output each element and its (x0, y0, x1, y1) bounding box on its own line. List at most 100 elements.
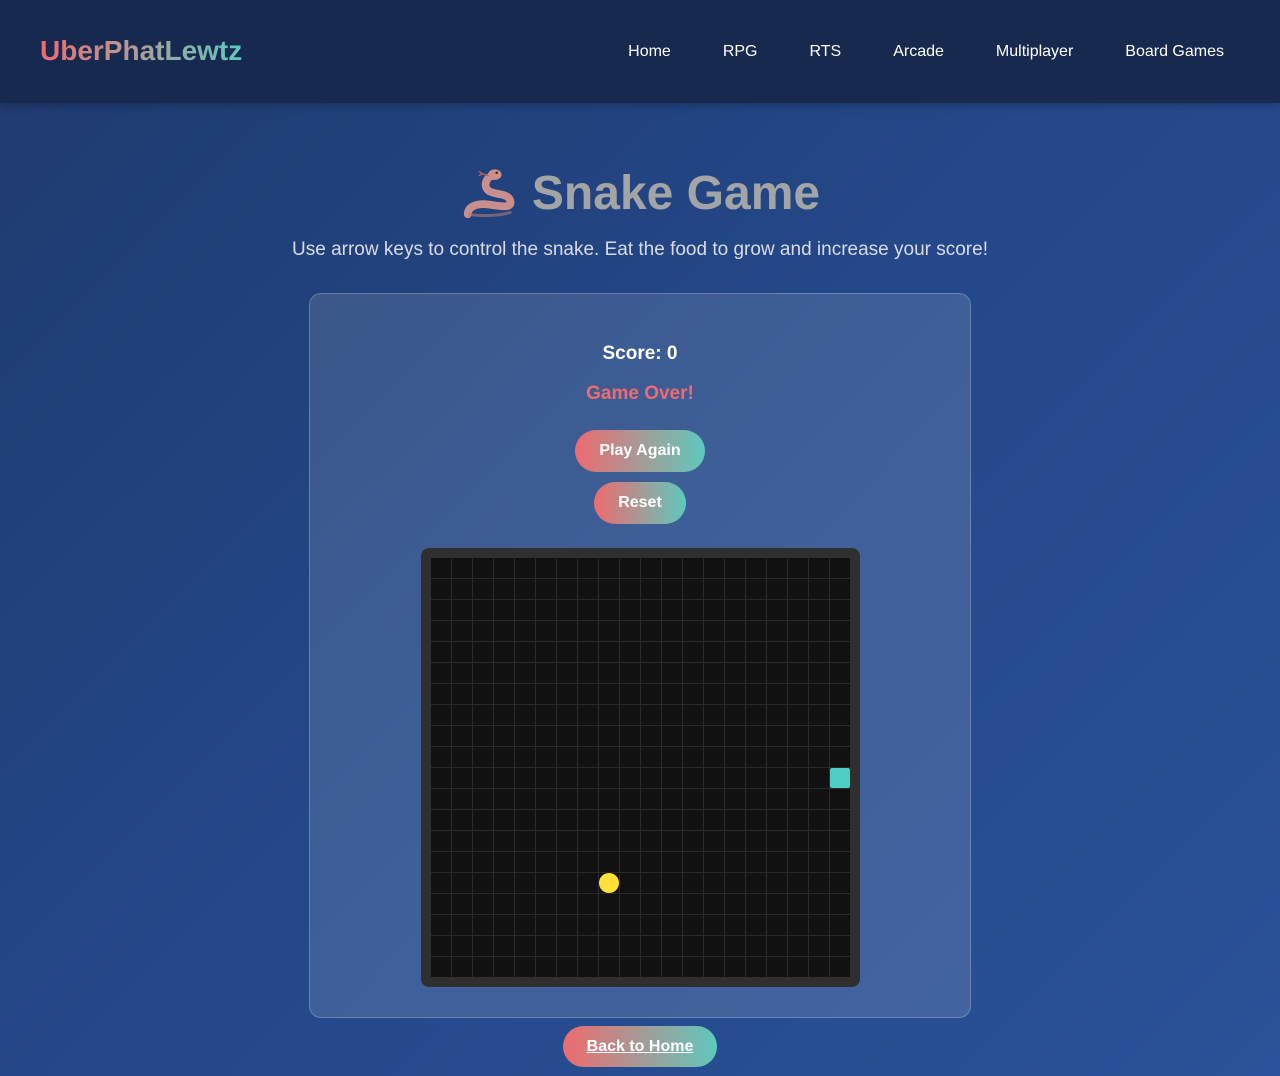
reset-button[interactable]: Reset (594, 482, 686, 524)
nav-multiplayer[interactable]: Multiplayer (970, 35, 1099, 69)
board-cell (683, 831, 703, 851)
board-cell (683, 873, 703, 893)
back-to-home-button[interactable]: Back to Home (563, 1026, 717, 1067)
board-cell (515, 663, 535, 683)
board-cell (683, 705, 703, 725)
board-cell (809, 894, 829, 914)
board-cell (641, 768, 661, 788)
board-cell (746, 621, 766, 641)
board-cell (809, 600, 829, 620)
board-cell (641, 852, 661, 872)
board-cell (536, 894, 556, 914)
page-title: Snake Game (460, 165, 820, 221)
board-cell (452, 789, 472, 809)
board-cell (683, 726, 703, 746)
board-cell (746, 768, 766, 788)
board-cell (473, 558, 493, 578)
board-cell (557, 663, 577, 683)
board-cell (557, 936, 577, 956)
board-cell (809, 810, 829, 830)
board-cell (809, 705, 829, 725)
board-cell (767, 810, 787, 830)
board-cell (767, 789, 787, 809)
board-cell (473, 852, 493, 872)
board-cell (662, 831, 682, 851)
board-cell (725, 621, 745, 641)
board-cell (746, 873, 766, 893)
board-cell (662, 852, 682, 872)
site-logo[interactable]: UberPhatLewtz (40, 35, 242, 67)
board-cell (536, 789, 556, 809)
board-cell (641, 558, 661, 578)
board-cell (683, 894, 703, 914)
board-cell (431, 621, 451, 641)
board-cell (662, 747, 682, 767)
board-cell (431, 747, 451, 767)
board-cell (536, 600, 556, 620)
board-cell (662, 558, 682, 578)
play-again-button[interactable]: Play Again (575, 430, 705, 472)
board-cell (704, 915, 724, 935)
board-cell (662, 768, 682, 788)
board-cell (473, 726, 493, 746)
board-cell (746, 915, 766, 935)
board-cell (704, 852, 724, 872)
nav-rpg[interactable]: RPG (697, 35, 784, 69)
board-cell (599, 663, 619, 683)
nav-board-games[interactable]: Board Games (1099, 35, 1224, 69)
board-cell (494, 915, 514, 935)
board-cell (599, 621, 619, 641)
nav-rts[interactable]: RTS (784, 35, 868, 69)
board-cell (557, 894, 577, 914)
board-cell (662, 936, 682, 956)
board-cell (788, 747, 808, 767)
board-cell (788, 726, 808, 746)
game-status: Game Over! (586, 383, 694, 404)
board-cell (767, 726, 787, 746)
board-cell (536, 726, 556, 746)
board-cell (494, 684, 514, 704)
board-cell (431, 684, 451, 704)
board-cell (725, 810, 745, 830)
board-cell (536, 642, 556, 662)
board-cell (683, 684, 703, 704)
nav-home[interactable]: Home (602, 35, 697, 69)
board-cell (431, 663, 451, 683)
board-cell (473, 957, 493, 977)
board-cell (746, 684, 766, 704)
board-cell (473, 579, 493, 599)
board-cell (620, 579, 640, 599)
board-cell (620, 705, 640, 725)
board-cell (578, 558, 598, 578)
board-cell (494, 579, 514, 599)
board-cell (662, 579, 682, 599)
board-cell (683, 852, 703, 872)
board-cell (431, 600, 451, 620)
board-cell (473, 663, 493, 683)
board-cell (641, 600, 661, 620)
board-cell (494, 768, 514, 788)
board-cell (683, 558, 703, 578)
board-cell (431, 705, 451, 725)
board-cell (452, 936, 472, 956)
board-cell (704, 768, 724, 788)
board-cell (452, 894, 472, 914)
game-board[interactable] (431, 558, 850, 977)
board-cell (515, 915, 535, 935)
board-cell (557, 831, 577, 851)
board-cell (578, 915, 598, 935)
board-cell (704, 663, 724, 683)
board-cell (599, 936, 619, 956)
nav-arcade[interactable]: Arcade (867, 35, 970, 69)
board-cell (767, 600, 787, 620)
board-cell (494, 747, 514, 767)
board-cell (641, 957, 661, 977)
board-cell (725, 747, 745, 767)
board-cell (641, 915, 661, 935)
board-cell (704, 684, 724, 704)
board-cell (578, 894, 598, 914)
board-cell (809, 621, 829, 641)
board-cell (599, 831, 619, 851)
board-cell (431, 936, 451, 956)
board-cell (725, 726, 745, 746)
